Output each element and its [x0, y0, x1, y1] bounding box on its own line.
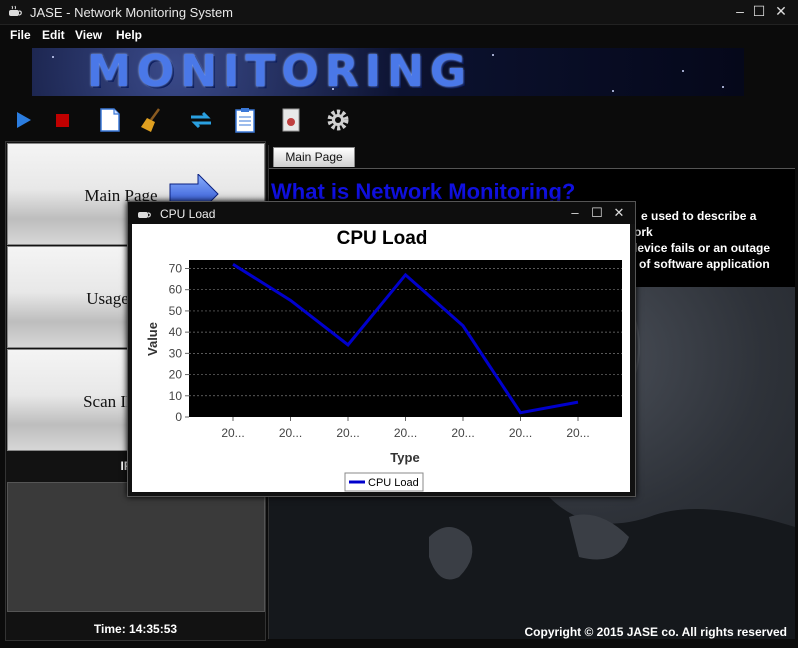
- close-button[interactable]: ✕: [771, 2, 791, 20]
- chart-svg: CPU Load 0 10 20 30 40 50 60 70 20... 20... 20...…: [145, 228, 622, 492]
- description-line-1: e used to describe a: [641, 209, 757, 223]
- legend-label: CPU Load: [368, 477, 419, 489]
- gear-icon[interactable]: [325, 107, 351, 133]
- app-icon: [138, 212, 151, 218]
- x-tick-label: 20...: [279, 426, 302, 440]
- broom-icon[interactable]: [139, 107, 165, 133]
- x-axis-label: Type: [390, 450, 419, 465]
- x-tick-label: 20...: [451, 426, 474, 440]
- cpu-load-chart: CPU Load 0 10 20 30 40 50 60 70 20... 20... 20...…: [132, 224, 630, 492]
- menu-bar: File Edit View Help: [0, 25, 798, 45]
- report-icon[interactable]: [278, 107, 304, 133]
- menu-edit[interactable]: Edit: [42, 28, 65, 42]
- play-icon[interactable]: [10, 107, 36, 133]
- description-line-2: ork: [634, 225, 653, 239]
- dialog-titlebar: CPU Load – ☐ ✕: [128, 202, 635, 224]
- plot-area: [189, 260, 622, 417]
- ip-address-list[interactable]: [7, 482, 265, 612]
- banner-logo: MONITORING: [32, 48, 744, 96]
- x-tick-label: 20...: [221, 426, 244, 440]
- dialog-maximize-button[interactable]: ☐: [588, 204, 606, 222]
- y-tick-label: 30: [169, 346, 183, 360]
- y-tick-label: 50: [169, 304, 183, 318]
- app-icon: [9, 5, 22, 16]
- dialog-minimize-button[interactable]: –: [566, 204, 584, 222]
- y-tick-label: 0: [175, 410, 182, 424]
- maximize-button[interactable]: ☐: [749, 2, 769, 20]
- menu-file[interactable]: File: [10, 28, 31, 42]
- x-tick-label: 20...: [336, 426, 359, 440]
- x-tick-label: 20...: [394, 426, 417, 440]
- x-tick-label: 20...: [509, 426, 532, 440]
- y-tick-label: 60: [169, 283, 183, 297]
- toolbar: [0, 100, 798, 140]
- legend: CPU Load: [344, 472, 424, 492]
- y-tick-label: 10: [169, 389, 183, 403]
- window-title: JASE - Network Monitoring System: [30, 5, 234, 20]
- minimize-button[interactable]: –: [730, 2, 750, 20]
- description-line-4: of software application: [639, 257, 770, 271]
- y-tick-label: 70: [169, 261, 183, 275]
- y-tick-label: 40: [169, 325, 183, 339]
- dialog-close-button[interactable]: ✕: [610, 204, 628, 222]
- cpu-load-dialog: CPU Load – ☐ ✕ CPU Load 0 10 20 30 40 50 60 70 …: [127, 201, 636, 497]
- y-axis-label: Value: [145, 322, 160, 356]
- stop-icon[interactable]: [50, 107, 76, 133]
- new-document-icon[interactable]: [97, 107, 123, 133]
- tab-main-page[interactable]: Main Page: [273, 147, 355, 167]
- chart-title: CPU Load: [337, 228, 428, 249]
- menu-help[interactable]: Help: [116, 28, 142, 42]
- dialog-title: CPU Load: [160, 207, 216, 221]
- copyright-text: Copyright © 2015 JASE co. All rights res…: [524, 625, 787, 639]
- description-line-3: levice fails or an outage: [634, 241, 771, 255]
- refresh-icon[interactable]: [188, 107, 214, 133]
- x-tick-label: 20...: [566, 426, 589, 440]
- banner-text: MONITORING: [87, 48, 472, 96]
- window-titlebar: JASE - Network Monitoring System – ☐ ✕: [0, 0, 798, 25]
- menu-view[interactable]: View: [75, 28, 102, 42]
- y-tick-label: 20: [169, 368, 183, 382]
- time-display: Time: 14:35:53: [93, 622, 178, 636]
- clipboard-icon[interactable]: [232, 107, 258, 133]
